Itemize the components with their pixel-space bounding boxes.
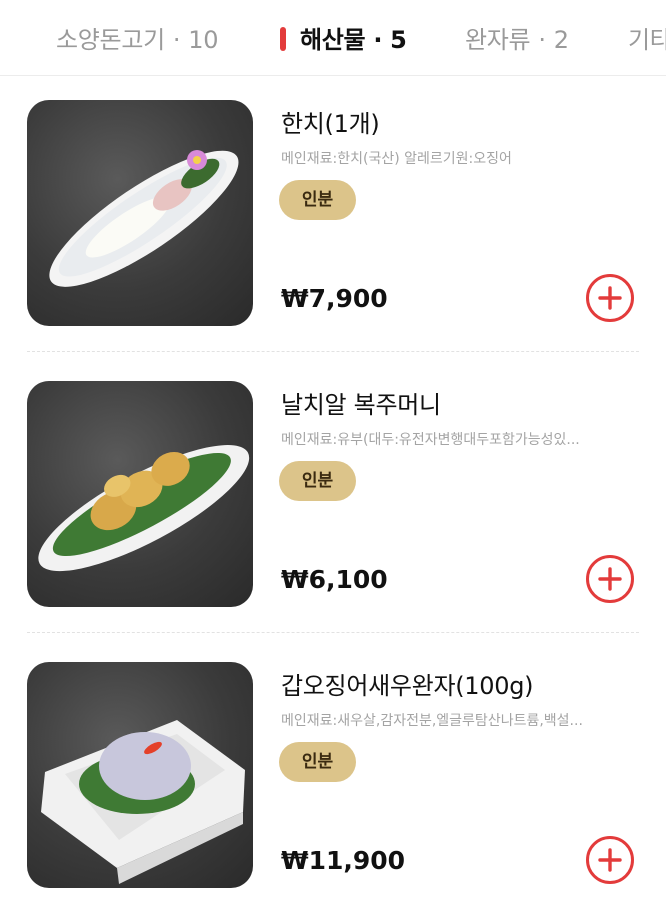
item-price: ₩7,900: [281, 284, 388, 313]
item-name: 갑오징어새우완자(100g): [281, 672, 534, 700]
item-description: 메인재료:한치(국산) 알레르기원:오징어: [281, 151, 512, 167]
plus-icon: [598, 567, 622, 591]
tab-count: 2: [553, 26, 569, 54]
serving-badge: 인분: [279, 180, 356, 220]
item-price: ₩11,900: [281, 846, 406, 875]
item-name: 날치알 복주머니: [281, 391, 441, 419]
active-tab-indicator: [280, 27, 286, 51]
tab-separator: ·: [373, 26, 383, 54]
plus-icon: [598, 848, 622, 872]
item-price: ₩6,100: [281, 565, 388, 594]
menu-item[interactable]: 한치(1개) 메인재료:한치(국산) 알레르기원:오징어 인분 ₩7,900: [0, 76, 666, 358]
tab-separator: ·: [172, 26, 181, 54]
plus-icon: [598, 286, 622, 310]
menu-item[interactable]: 날치알 복주머니 메인재료:유부(대두:유전자변행대두포함가능성있... 인분 …: [0, 357, 666, 639]
add-to-cart-button[interactable]: [586, 555, 634, 603]
tab-label: 소양돈고기: [56, 26, 165, 54]
tofu-pouch-plate-icon: [27, 381, 253, 607]
item-name: 한치(1개): [281, 110, 380, 138]
tab-meatballs[interactable]: 완자류 · 2: [465, 20, 569, 55]
tab-separator: ·: [538, 26, 546, 54]
squid-plate-icon: [27, 100, 253, 326]
category-tabs: 소양돈고기·10 해산물·5 완자류·2 기타: [0, 0, 666, 76]
shrimp-ball-plate-icon: [27, 662, 253, 888]
serving-badge: 인분: [279, 742, 356, 782]
tab-seafood[interactable]: 해산물 · 5: [280, 20, 407, 55]
add-to-cart-button[interactable]: [586, 836, 634, 884]
tab-pork[interactable]: 소양돈고기 · 10: [56, 20, 219, 55]
tab-label: 해산물: [300, 26, 366, 54]
tab-label: 기타: [628, 26, 666, 54]
menu-item[interactable]: 갑오징어새우완자(100g) 메인재료:새우살,감자전분,엘글루탐산나트륨,백설…: [0, 638, 666, 909]
tab-count: 5: [390, 26, 407, 54]
add-to-cart-button[interactable]: [586, 274, 634, 322]
tab-label: 완자류: [465, 26, 531, 54]
divider: [27, 632, 639, 633]
tab-count: 10: [188, 26, 219, 54]
tab-etc[interactable]: 기타: [628, 20, 666, 55]
divider: [27, 351, 639, 352]
item-description: 메인재료:새우살,감자전분,엘글루탐산나트륨,백설...: [281, 713, 583, 729]
serving-badge: 인분: [279, 461, 356, 501]
item-description: 메인재료:유부(대두:유전자변행대두포함가능성있...: [281, 432, 580, 448]
